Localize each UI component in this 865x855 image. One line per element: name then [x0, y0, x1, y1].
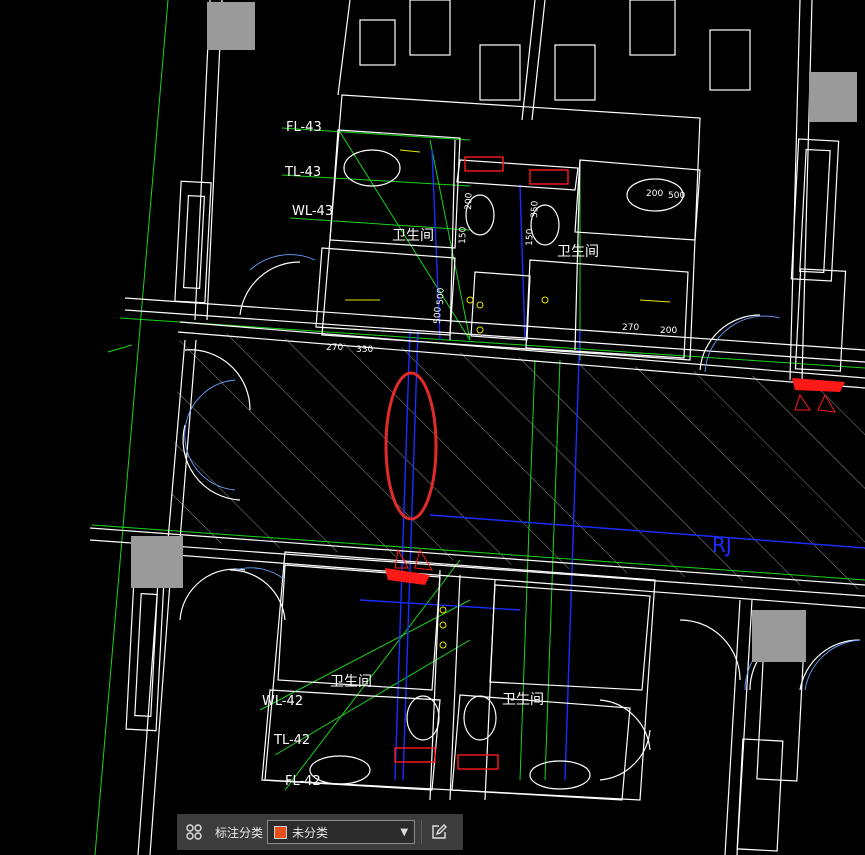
edit-icon[interactable]	[428, 821, 450, 843]
dim-350: 350	[530, 200, 541, 218]
dim-270-left: 270	[326, 343, 343, 353]
toolbar-divider	[421, 820, 423, 844]
room-name-upper-left: 卫生间	[392, 228, 434, 244]
dim-500-vertical: 500	[433, 306, 444, 324]
dim-500-lower: 500	[436, 287, 447, 305]
room-name-lower-right: 卫生间	[502, 692, 544, 708]
label-fl-43: FL-43	[286, 120, 322, 135]
dim-200-right: 200	[660, 326, 677, 336]
dim-270-right: 270	[622, 323, 639, 333]
grid-view-icon[interactable]	[183, 821, 205, 843]
dim-200-top: 200	[646, 189, 663, 199]
dim-330: 330	[356, 345, 373, 355]
label-wl-42: WL-42	[262, 694, 303, 709]
room-name-upper-right: 卫生间	[557, 244, 599, 260]
category-label: 标注分类	[215, 825, 264, 840]
annotation-toolbar: 标注分类 未分类 ▼	[177, 814, 463, 850]
dim-500-top: 500	[668, 191, 685, 201]
dim-200-vertical: 200	[464, 192, 475, 210]
label-wl-43: WL-43	[292, 204, 333, 219]
dimension-texts: 270 330 270 200 200 500 500 200 150 150 …	[326, 189, 685, 355]
category-color-swatch	[274, 825, 288, 839]
category-select[interactable]: 未分类 ▼	[267, 820, 416, 844]
dim-150-left: 150	[458, 226, 469, 244]
chevron-down-icon: ▼	[400, 826, 409, 838]
dim-150-right: 150	[525, 228, 536, 246]
category-select-value: 未分类	[292, 825, 329, 840]
cad-drawing-canvas[interactable]: FL-43 TL-43 WL-43 卫生间 卫生间 RJ WL-42 卫生间 卫…	[0, 0, 865, 855]
label-tl-42: TL-42	[273, 733, 310, 748]
label-tl-43: TL-43	[284, 165, 321, 180]
pipe-label-rj: RJ	[712, 533, 732, 557]
room-name-lower-left: 卫生间	[330, 674, 372, 690]
label-fl-42: FL-42	[285, 774, 321, 789]
